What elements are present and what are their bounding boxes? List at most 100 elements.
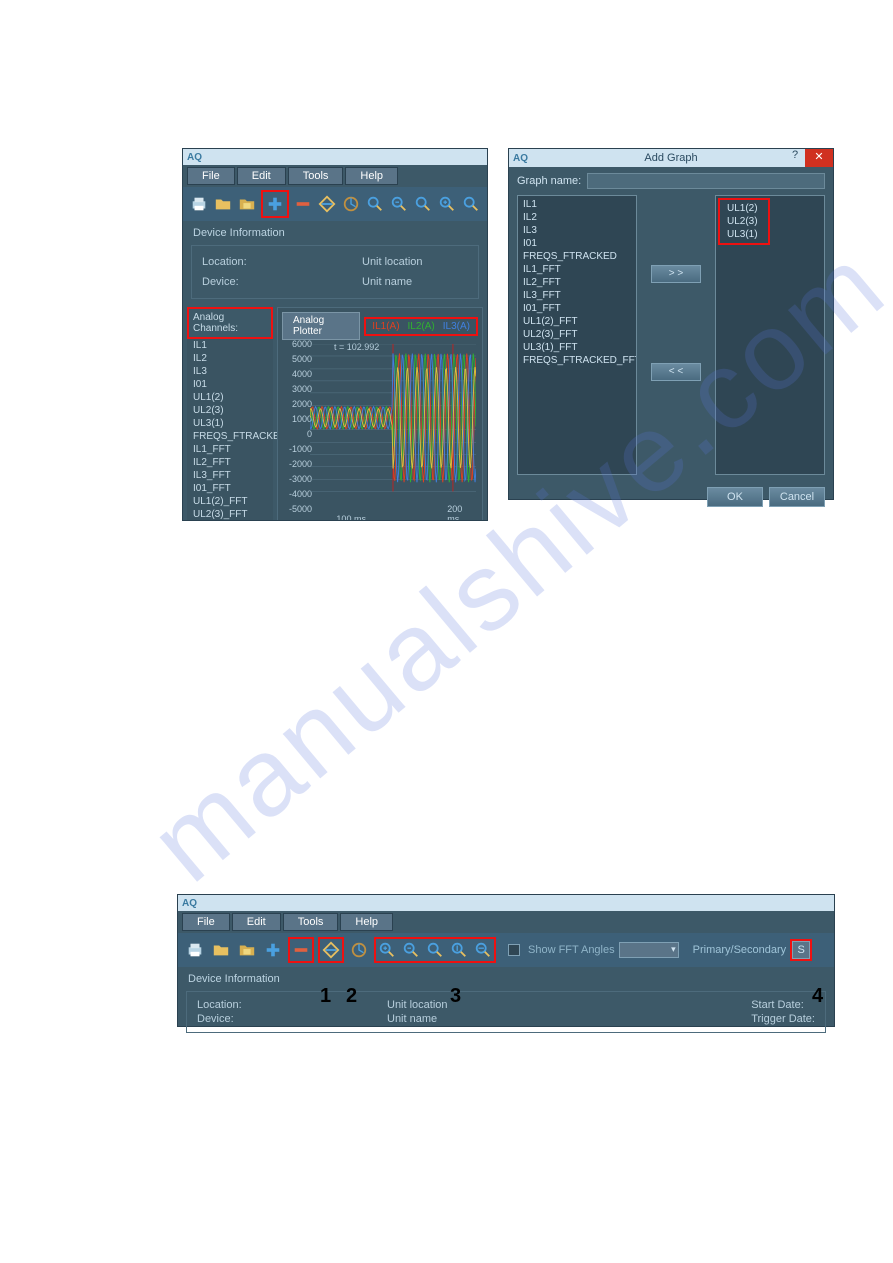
location-value: Unit location (362, 256, 423, 268)
minus-icon[interactable] (290, 939, 312, 961)
xtick: 100 ms (336, 514, 366, 521)
fft-dropdown[interactable] (619, 942, 679, 958)
zoom2-icon[interactable] (389, 193, 409, 215)
ok-button[interactable]: OK (707, 487, 763, 507)
zoom4-icon[interactable] (437, 193, 457, 215)
device-value: Unit name (362, 276, 412, 288)
zoom-in-icon[interactable] (376, 939, 398, 961)
zoom-out-icon[interactable] (400, 939, 422, 961)
chan-item[interactable]: I01_FFT (187, 482, 273, 495)
chan-item[interactable]: UL2(3) (187, 404, 273, 417)
menu-help[interactable]: Help (340, 913, 393, 931)
list-item[interactable]: IL2 (520, 211, 634, 224)
list-item[interactable]: UL2(3) (724, 215, 764, 228)
folder-icon[interactable] (213, 193, 233, 215)
ytick: 0 (284, 429, 312, 439)
chan-item[interactable]: FREQS_FTRACKED (187, 430, 273, 443)
move-left-button[interactable]: < < (651, 363, 701, 381)
zoom-fit-icon[interactable] (424, 939, 446, 961)
help-icon[interactable]: ? (785, 149, 805, 167)
menu-tools[interactable]: Tools (283, 913, 339, 931)
diamond-icon[interactable] (320, 939, 342, 961)
chan-item[interactable]: UL1(2)_FFT (187, 495, 273, 508)
zoom-v-icon[interactable] (448, 939, 470, 961)
close-icon[interactable]: ✕ (805, 149, 833, 167)
list-item[interactable]: I01_FFT (520, 302, 634, 315)
device-info-header: Device Information (178, 967, 834, 991)
menu-edit[interactable]: Edit (232, 913, 281, 931)
box3 (374, 937, 496, 963)
menu-tools[interactable]: Tools (288, 167, 344, 185)
app-logo: AQ (187, 152, 202, 163)
folder-icon[interactable] (210, 939, 232, 961)
plot-legend: IL1(A) IL2(A) IL3(A) (364, 317, 478, 336)
graph-name-input[interactable] (587, 173, 825, 189)
list-item[interactable]: IL2_FFT (520, 276, 634, 289)
list-item[interactable]: FREQS_FTRACKED_FFT (520, 354, 634, 367)
ytick: -6000 (284, 519, 312, 521)
circle-icon[interactable] (341, 193, 361, 215)
chan-item[interactable]: IL2 (187, 352, 273, 365)
channel-list[interactable]: IL1 IL2 IL3 I01 UL1(2) UL2(3) UL3(1) FRE… (187, 339, 273, 521)
plus-icon[interactable] (262, 939, 284, 961)
move-right-button[interactable]: > > (651, 265, 701, 283)
plus-icon[interactable] (264, 193, 286, 215)
menu-help[interactable]: Help (345, 167, 398, 185)
menu-edit[interactable]: Edit (237, 167, 286, 185)
folder2-icon[interactable] (237, 193, 257, 215)
fft-label: Show FFT Angles (528, 944, 615, 956)
list-item[interactable]: I01 (520, 237, 634, 250)
add-graph-dialog: AQ Add Graph ? ✕ Graph name: IL1 IL2 IL3… (508, 148, 834, 500)
zoom1-icon[interactable] (365, 193, 385, 215)
ytick: 1000 (284, 414, 312, 424)
cancel-button[interactable]: Cancel (769, 487, 825, 507)
chan-item[interactable]: IL1_FFT (187, 443, 273, 456)
minus-icon[interactable] (293, 193, 313, 215)
device-label: Device: (202, 276, 362, 288)
printer-icon[interactable] (184, 939, 206, 961)
selected-list[interactable]: UL1(2) UL2(3) UL3(1) (715, 195, 825, 475)
printer-icon[interactable] (189, 193, 209, 215)
chan-item[interactable]: I01 (187, 378, 273, 391)
start-date-label: Start Date: (751, 999, 804, 1011)
toolbar (183, 187, 487, 221)
diamond-icon[interactable] (317, 193, 337, 215)
trigger-date-label: Trigger Date: (751, 1013, 815, 1025)
chan-item[interactable]: IL1 (187, 339, 273, 352)
zoom3-icon[interactable] (413, 193, 433, 215)
location-label: Location: (197, 999, 387, 1011)
chan-item[interactable]: UL3(1) (187, 417, 273, 430)
folder2-icon[interactable] (236, 939, 258, 961)
chan-item[interactable]: UL1(2) (187, 391, 273, 404)
chan-item[interactable]: IL3_FFT (187, 469, 273, 482)
list-item[interactable]: IL1_FFT (520, 263, 634, 276)
plot-title: Analog Plotter (282, 312, 360, 340)
list-item[interactable]: IL1 (520, 198, 634, 211)
list-item[interactable]: FREQS_FTRACKED (520, 250, 634, 263)
box2 (318, 937, 344, 963)
list-item[interactable]: UL3(1) (724, 228, 764, 241)
zoom-h-icon[interactable] (472, 939, 494, 961)
list-item[interactable]: UL2(3)_FFT (520, 328, 634, 341)
ytick: 3000 (284, 384, 312, 394)
chan-item[interactable]: IL2_FFT (187, 456, 273, 469)
selected-highlight: UL1(2) UL2(3) UL3(1) (718, 198, 770, 245)
ytick: -5000 (284, 504, 312, 514)
list-item[interactable]: IL3_FFT (520, 289, 634, 302)
menu-file[interactable]: File (182, 913, 230, 931)
list-item[interactable]: IL3 (520, 224, 634, 237)
list-item[interactable]: UL1(2) (724, 202, 764, 215)
callout-2: 2 (346, 985, 357, 1008)
menu-file[interactable]: File (187, 167, 235, 185)
menubar: File Edit Tools Help (183, 165, 487, 187)
chart-area[interactable]: t = 102.992 6000 5000 4000 3000 2000 100… (284, 344, 476, 521)
chan-item[interactable]: UL2(3)_FFT (187, 508, 273, 521)
ps-toggle[interactable]: S (792, 941, 810, 959)
fft-checkbox[interactable] (508, 944, 520, 956)
list-item[interactable]: UL1(2)_FFT (520, 315, 634, 328)
chan-item[interactable]: IL3 (187, 365, 273, 378)
available-list[interactable]: IL1 IL2 IL3 I01 FREQS_FTRACKED IL1_FFT I… (517, 195, 637, 475)
circle-icon[interactable] (348, 939, 370, 961)
list-item[interactable]: UL3(1)_FFT (520, 341, 634, 354)
zoom5-icon[interactable] (461, 193, 481, 215)
